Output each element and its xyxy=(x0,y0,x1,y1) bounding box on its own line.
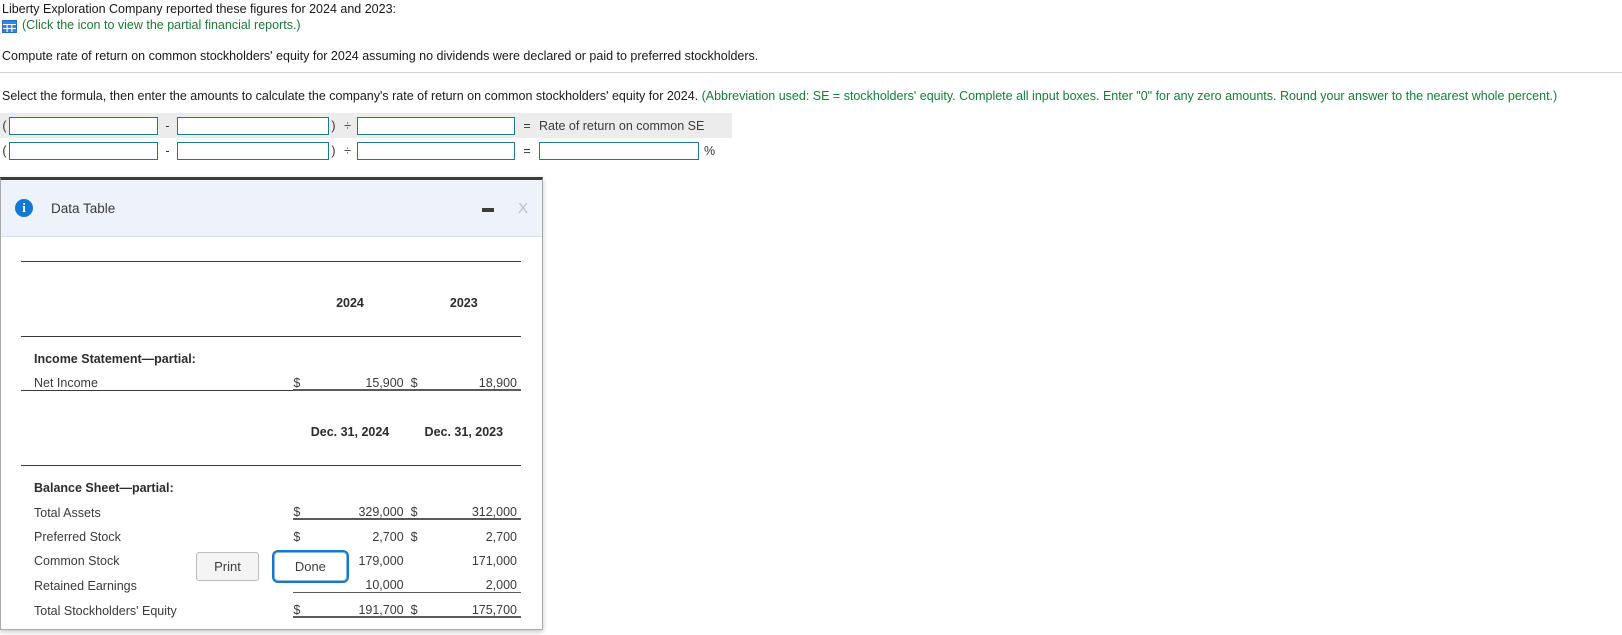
income-section-header: Income Statement—partial: xyxy=(21,337,521,366)
close-icon[interactable]: X xyxy=(518,201,528,216)
divide-operator-2: ÷ xyxy=(344,143,351,158)
row-currency-2024: $ xyxy=(293,530,301,544)
table-row: Total Assets $ 329,000 $ 312,000 xyxy=(21,495,521,520)
print-button[interactable]: Print xyxy=(196,552,259,581)
row-value-2023: 18,900 xyxy=(421,366,521,391)
header-year-2023: 2023 xyxy=(449,296,478,310)
income-section-label: Income Statement—partial: xyxy=(34,352,196,366)
done-button[interactable]: Done xyxy=(273,552,347,581)
table-top-rule xyxy=(21,261,521,286)
percent-symbol: % xyxy=(704,143,716,158)
balance-section-header: Balance Sheet—partial: xyxy=(21,466,521,495)
balance-section-label: Balance Sheet—partial: xyxy=(34,481,174,495)
row-value-2024: 329,000 xyxy=(307,495,407,520)
row-label: Total Assets xyxy=(34,505,101,520)
row-value-2023: 312,000 xyxy=(421,495,521,520)
row-label: Preferred Stock xyxy=(34,530,121,544)
dialog-titlebar: i Data Table X xyxy=(1,180,542,237)
formula-instruction-row: Select the formula, then enter the amoun… xyxy=(2,89,1557,103)
amount-divisor-input[interactable] xyxy=(357,141,515,160)
row-value-2023: 2,700 xyxy=(485,530,517,544)
amount-term2-input[interactable] xyxy=(177,141,329,160)
problem-intro-text: Liberty Exploration Company reported the… xyxy=(2,2,396,16)
info-icon: i xyxy=(15,199,33,217)
row-value-2024: 15,900 xyxy=(307,366,407,391)
formula-term1-input[interactable] xyxy=(9,116,158,135)
row-currency-2023: $ xyxy=(406,592,422,618)
row-value-2024: 191,700 xyxy=(307,592,407,618)
balance-header-rule xyxy=(21,441,521,466)
table-row: Net Income $ 15,900 $ 18,900 xyxy=(21,366,521,391)
formula-term2-input[interactable] xyxy=(177,116,329,135)
row-value-2024: 2,700 xyxy=(372,530,404,544)
section-divider xyxy=(0,72,1622,73)
formula-instruction-text: Select the formula, then enter the amoun… xyxy=(2,89,699,103)
row-currency-2024: $ xyxy=(293,495,308,520)
problem-compute-text: Compute rate of return on common stockho… xyxy=(2,49,759,63)
table-grid-icon[interactable] xyxy=(2,19,17,33)
open-paren-2: ( xyxy=(2,143,7,158)
formula-divisor-input[interactable] xyxy=(357,116,515,135)
header-date-2023: Dec. 31, 2023 xyxy=(424,425,504,439)
row-currency-2024: $ xyxy=(293,592,308,618)
row-currency-2024: $ xyxy=(293,366,308,391)
dialog-footer-buttons: Print Done xyxy=(1,552,542,581)
table-header-rule xyxy=(21,312,521,337)
divide-operator-1: ÷ xyxy=(344,118,351,133)
dialog-title: Data Table xyxy=(51,200,116,216)
close-paren-1: ) xyxy=(331,118,336,133)
minus-operator-1: - xyxy=(165,118,170,133)
row-label: Net Income xyxy=(34,376,98,390)
table-row: Total Stockholders' Equity $ 191,700 $ 1… xyxy=(21,592,521,618)
header-year-2024: 2024 xyxy=(336,296,364,310)
view-reports-link[interactable]: (Click the icon to view the partial fina… xyxy=(22,18,301,32)
table-row: Preferred Stock $ 2,700 $ 2,700 xyxy=(21,520,521,544)
formula-row-labels: ( - ) ÷ = Rate of return on common SE xyxy=(0,113,732,138)
formula-instruction-note: (Abbreviation used: SE = stockholders' e… xyxy=(701,89,1558,103)
minimize-icon[interactable] xyxy=(480,200,496,216)
equals-operator-1: = xyxy=(523,118,531,133)
row-currency-2023: $ xyxy=(406,495,422,520)
minus-operator-2: - xyxy=(165,143,170,158)
row-label: Total Stockholders' Equity xyxy=(34,603,177,618)
table-header-dates: Dec. 31, 2024 Dec. 31, 2023 xyxy=(21,415,521,441)
amount-term1-input[interactable] xyxy=(9,141,158,160)
formula-result-label: Rate of return on common SE xyxy=(539,118,705,133)
formula-row-amounts: ( - ) ÷ = % xyxy=(0,138,732,163)
close-paren-2: ) xyxy=(331,143,336,158)
open-paren-1: ( xyxy=(2,118,7,133)
table-header-years: 2024 2023 xyxy=(21,286,521,312)
row-currency-2023: $ xyxy=(410,530,418,544)
rate-of-return-result-input[interactable] xyxy=(539,141,699,160)
row-currency-2023: $ xyxy=(406,366,422,391)
equals-operator-2: = xyxy=(523,143,531,158)
row-value-2023: 175,700 xyxy=(421,592,521,618)
header-date-2024: Dec. 31, 2024 xyxy=(310,425,390,439)
data-table-dialog: i Data Table X 2024 2023 Income Statemen… xyxy=(0,177,543,630)
data-table-link-row: (Click the icon to view the partial fina… xyxy=(2,18,301,33)
balance-top-rule xyxy=(21,390,521,415)
